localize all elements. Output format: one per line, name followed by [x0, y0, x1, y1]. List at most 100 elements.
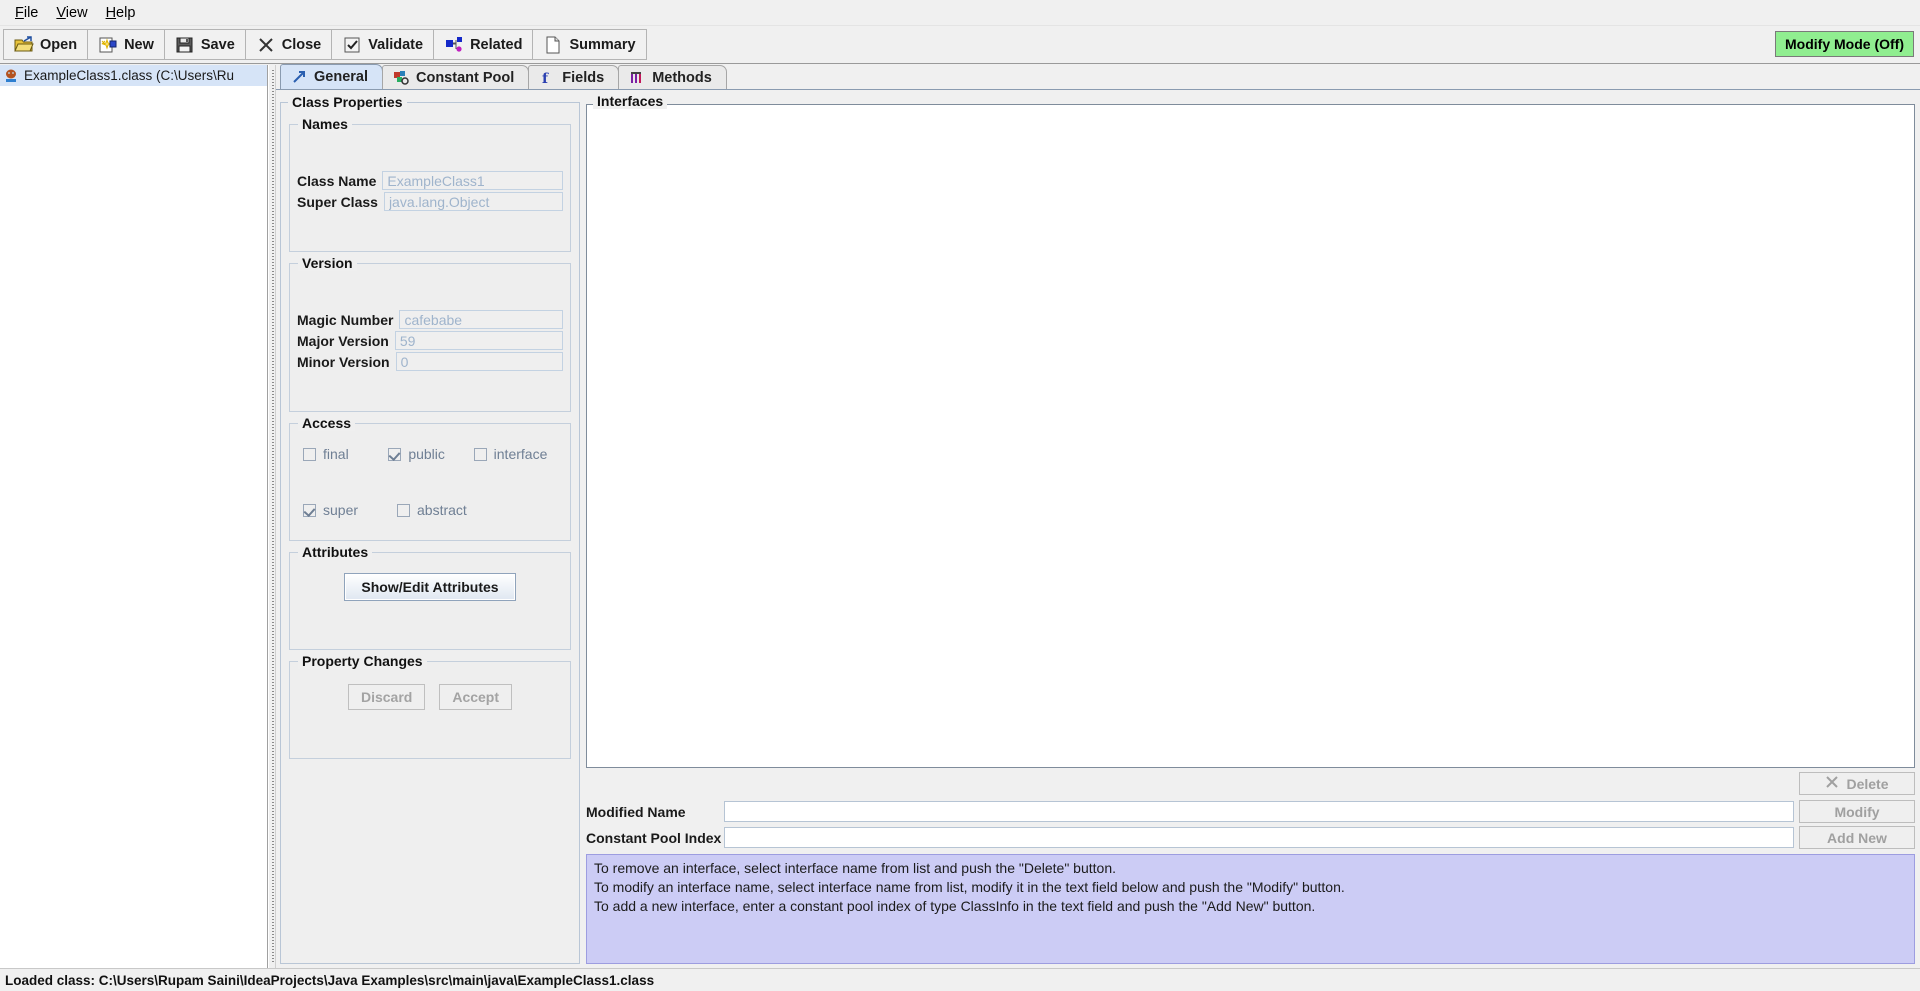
floppy-disk-icon: [175, 35, 195, 55]
minor-version-row: Minor Version: [297, 352, 563, 371]
delete-interface-label: Delete: [1846, 775, 1889, 792]
discard-button[interactable]: Discard: [347, 684, 426, 710]
major-version-input[interactable]: [394, 331, 563, 350]
access-title: Access: [298, 415, 356, 431]
minor-version-input[interactable]: [395, 352, 563, 371]
help-line-1: To remove an interface, select interface…: [594, 860, 1116, 876]
access-group: Access final public interface super abst…: [289, 415, 571, 541]
access-row-1: final public interface: [303, 446, 559, 462]
interfaces-title: Interfaces: [593, 93, 668, 109]
close-x-icon: [256, 35, 276, 55]
checkbox-interface-box: [473, 447, 487, 461]
delete-interface-button[interactable]: Delete: [1799, 772, 1915, 795]
names-title: Names: [298, 116, 352, 132]
menu-help[interactable]: Help: [97, 2, 145, 24]
tab-constant-pool[interactable]: Constant Pool: [382, 65, 530, 89]
tab-strip: General Constant Pool f Fields Methods: [276, 64, 1920, 90]
summary-button-label: Summary: [569, 36, 636, 53]
menu-file[interactable]: File: [6, 2, 47, 24]
interfaces-help-text: To remove an interface, select interface…: [586, 854, 1915, 964]
interfaces-edit-area: Delete Modified Name Modify Constant Poo…: [586, 768, 1915, 964]
checkbox-abstract-label: abstract: [417, 502, 467, 518]
magic-number-row: Magic Number: [297, 310, 563, 329]
checkbox-abstract-box: [397, 503, 410, 517]
tree-item-example-class[interactable]: ExampleClass1.class (C:\Users\Ru: [0, 65, 267, 86]
new-button-label: New: [124, 36, 154, 53]
close-button[interactable]: Close: [245, 29, 333, 60]
main-area: ExampleClass1.class (C:\Users\Ru General…: [0, 64, 1920, 968]
content-panel: General Constant Pool f Fields Methods C…: [276, 64, 1920, 968]
class-name-input[interactable]: [382, 171, 563, 190]
interfaces-list[interactable]: [586, 104, 1915, 768]
help-line-3: To add a new interface, enter a constant…: [594, 898, 1316, 914]
minor-version-label: Minor Version: [297, 353, 390, 370]
tab-fields-label: Fields: [562, 69, 605, 86]
major-version-row: Major Version: [297, 331, 563, 350]
status-bar: Loaded class: C:\Users\Rupam Saini\IdeaP…: [0, 968, 1920, 991]
open-folder-icon: [14, 35, 34, 55]
validate-button-label: Validate: [368, 36, 424, 53]
add-new-interface-button[interactable]: Add New: [1799, 826, 1915, 849]
tab-general[interactable]: General: [280, 64, 383, 89]
tab-fields[interactable]: f Fields: [528, 65, 620, 89]
checkbox-final-box: [303, 447, 316, 461]
show-edit-attributes-button[interactable]: Show/Edit Attributes: [344, 573, 516, 601]
menu-bar: File View Help: [0, 0, 1920, 26]
summary-button[interactable]: Summary: [533, 29, 647, 60]
modified-name-input[interactable]: [724, 801, 1794, 822]
save-button[interactable]: Save: [164, 29, 246, 60]
interfaces-group: Interfaces Delete Modified Name Modify C…: [586, 93, 1915, 964]
accept-button[interactable]: Accept: [439, 684, 513, 710]
close-button-label: Close: [281, 36, 322, 53]
open-button[interactable]: Open: [3, 29, 89, 60]
menu-help-label-rest: elp: [116, 4, 136, 21]
general-tab-panes: Class Properties Names Class Name Super …: [276, 90, 1920, 968]
checkbox-abstract[interactable]: abstract: [397, 502, 491, 518]
constant-pool-icon: [393, 70, 409, 86]
panel-splitter[interactable]: [268, 65, 276, 968]
attributes-title: Attributes: [298, 544, 373, 560]
constant-pool-index-input[interactable]: [724, 827, 1794, 848]
related-button[interactable]: Related: [434, 29, 534, 60]
names-group: Names Class Name Super Class: [289, 116, 571, 252]
modify-mode-toggle[interactable]: Modify Mode (Off): [1775, 31, 1914, 57]
help-line-2: To modify an interface name, select inte…: [594, 879, 1345, 895]
menu-view[interactable]: View: [47, 2, 96, 24]
toolbar: Open New Save Close Validate Related Sum…: [0, 26, 1920, 64]
super-class-label: Super Class: [297, 193, 378, 210]
tab-general-label: General: [314, 69, 368, 85]
modify-interface-button[interactable]: Modify: [1799, 800, 1915, 823]
checkbox-super-box: [303, 503, 316, 517]
modified-name-row: Modified Name Modify: [586, 800, 1915, 823]
java-class-icon: [3, 68, 19, 84]
checkbox-super[interactable]: super: [303, 502, 397, 518]
new-button[interactable]: New: [88, 29, 165, 60]
class-properties-column: Class Properties Names Class Name Super …: [280, 94, 580, 964]
class-properties-title: Class Properties: [288, 94, 407, 110]
related-nodes-icon: [444, 35, 464, 55]
class-name-row: Class Name: [297, 171, 563, 190]
magic-number-input[interactable]: [399, 310, 563, 329]
checkbox-final[interactable]: final: [303, 446, 388, 462]
super-class-row: Super Class: [297, 192, 563, 211]
checkbox-interface[interactable]: interface: [473, 446, 559, 462]
delete-button-row: Delete: [586, 772, 1915, 795]
constant-pool-index-row: Constant Pool Index Add New: [586, 826, 1915, 849]
checkbox-public[interactable]: public: [388, 446, 473, 462]
checkbox-final-label: final: [323, 446, 349, 462]
open-button-label: Open: [40, 36, 78, 53]
property-changes-group: Property Changes Discard Accept: [289, 653, 571, 759]
tab-constant-pool-label: Constant Pool: [416, 69, 515, 86]
checkbox-super-label: super: [323, 502, 359, 518]
super-class-input[interactable]: [383, 192, 563, 211]
save-button-label: Save: [200, 36, 235, 53]
version-group: Version Magic Number Major Version Minor…: [289, 255, 571, 412]
class-properties-group: Class Properties Names Class Name Super …: [280, 94, 580, 964]
tab-methods[interactable]: Methods: [618, 65, 727, 89]
validate-button[interactable]: Validate: [332, 29, 435, 60]
property-changes-title: Property Changes: [298, 653, 427, 669]
related-button-label: Related: [470, 36, 523, 53]
class-tree-panel: ExampleClass1.class (C:\Users\Ru: [0, 65, 268, 968]
close-x-icon: [1825, 775, 1839, 792]
checkbox-public-label: public: [408, 446, 445, 462]
